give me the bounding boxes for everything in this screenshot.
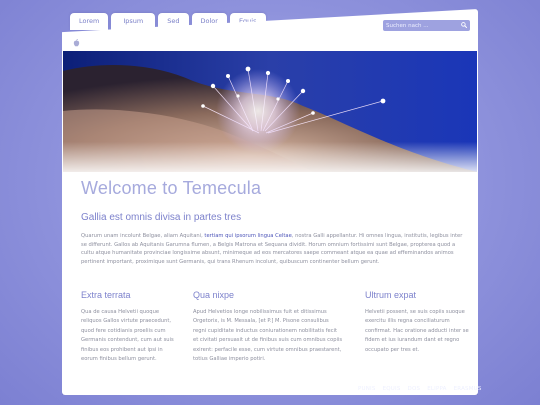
column-title: Ultrum expat <box>365 290 417 300</box>
magnifier-icon[interactable] <box>461 22 467 28</box>
footer-link-punis[interactable]: PUNIS <box>358 386 376 392</box>
intro-paragraph: Quarum unam incolunt Belgae, aliam Aquit… <box>81 232 469 266</box>
tab-lorem[interactable]: Lorem <box>70 13 109 30</box>
column-extra-terrata: Extra terrata Qua de causa Helvetii quoq… <box>81 290 181 364</box>
search-input[interactable] <box>383 22 458 29</box>
column-text: Helvetii possent, se suis copiis suoque … <box>365 309 469 353</box>
column-text: Qua de causa Helvetii quoque reliquos Ga… <box>81 309 174 363</box>
footer-link-erasmus[interactable]: ERASMUS <box>454 386 482 392</box>
column-title: Extra terrata <box>81 290 131 300</box>
intro-text-start: Quarum unam incolunt Belgae, aliam Aquit… <box>81 233 203 239</box>
column-title: Qua nixpe <box>193 290 235 300</box>
hero-image <box>63 51 477 172</box>
column-ultrum-expat: Ultrum expat Helvetii possent, se suis c… <box>365 290 469 355</box>
search-box <box>383 20 470 31</box>
column-text: Apud Helvetios longe nobilissimus fuit e… <box>193 309 343 363</box>
intro-link[interactable]: tertiam qui ipsorum lingua Celtae <box>204 233 291 239</box>
apple-icon[interactable] <box>73 39 80 47</box>
column-qua-nixpe: Qua nixpe Apud Helvetios longe nobilissi… <box>193 290 343 364</box>
footer-link-equis[interactable]: EQUIS <box>383 386 401 392</box>
footer-nav: PUNIS EQUIS DOS ELIPPA ERASMUS <box>358 386 482 392</box>
page-subtitle: Gallia est omnis divisa in partes tres <box>81 212 242 223</box>
page-title: Welcome to Temecula <box>81 178 262 198</box>
footer-link-dos[interactable]: DOS <box>408 386 421 392</box>
footer-link-elippa[interactable]: ELIPPA <box>427 386 446 392</box>
fiber-optic-photo <box>63 51 477 172</box>
